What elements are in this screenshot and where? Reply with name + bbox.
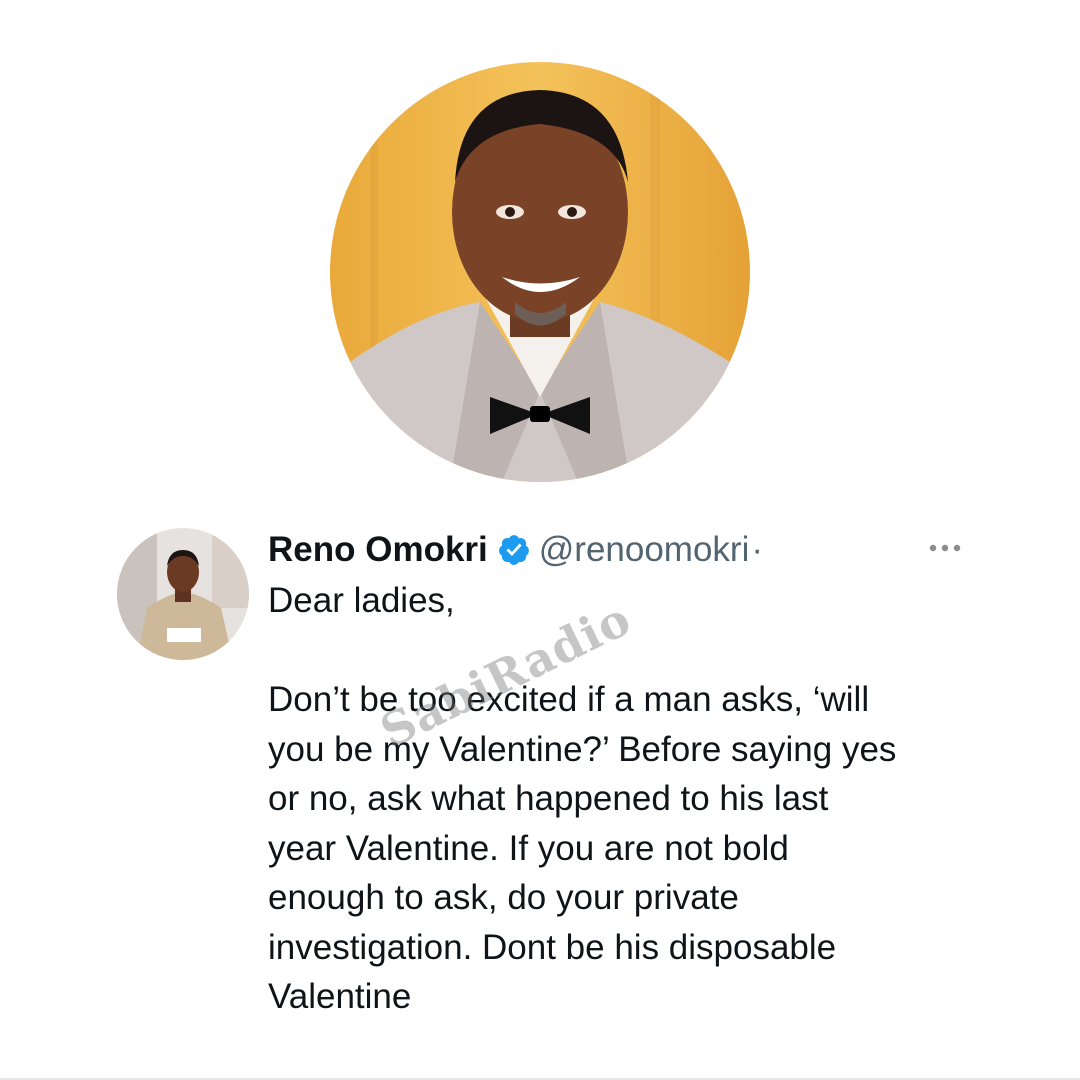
tweet-card[interactable]: Reno Omokri @renoomokri · Dear ladies, D…: [0, 520, 1080, 1060]
separator-dot: ·: [751, 530, 764, 569]
handle[interactable]: @renoomokri: [539, 530, 750, 570]
display-name[interactable]: Reno Omokri: [268, 530, 488, 570]
tweet-line: or no, ask what happened to his last: [268, 779, 829, 818]
tweet-line: enough to ask, do your private: [268, 878, 739, 917]
post-image: Reno Omokri @renoomokri · Dear ladies, D…: [0, 0, 1080, 1080]
avatar-illustration: [117, 528, 249, 660]
portrait-illustration: [330, 62, 750, 482]
profile-photo: [330, 62, 750, 482]
tweet-line: Valentine: [268, 977, 412, 1016]
tweet-header: Reno Omokri @renoomokri ·: [268, 525, 763, 575]
more-options-icon[interactable]: [928, 542, 962, 554]
tweet-line: you be my Valentine?’ Before saying yes: [268, 729, 897, 769]
avatar[interactable]: [117, 528, 249, 660]
tweet-line: year Valentine. If you are not bold: [268, 828, 789, 868]
verified-badge-icon: [498, 535, 529, 565]
tweet-line: investigation. Dont be his disposable: [268, 927, 837, 967]
